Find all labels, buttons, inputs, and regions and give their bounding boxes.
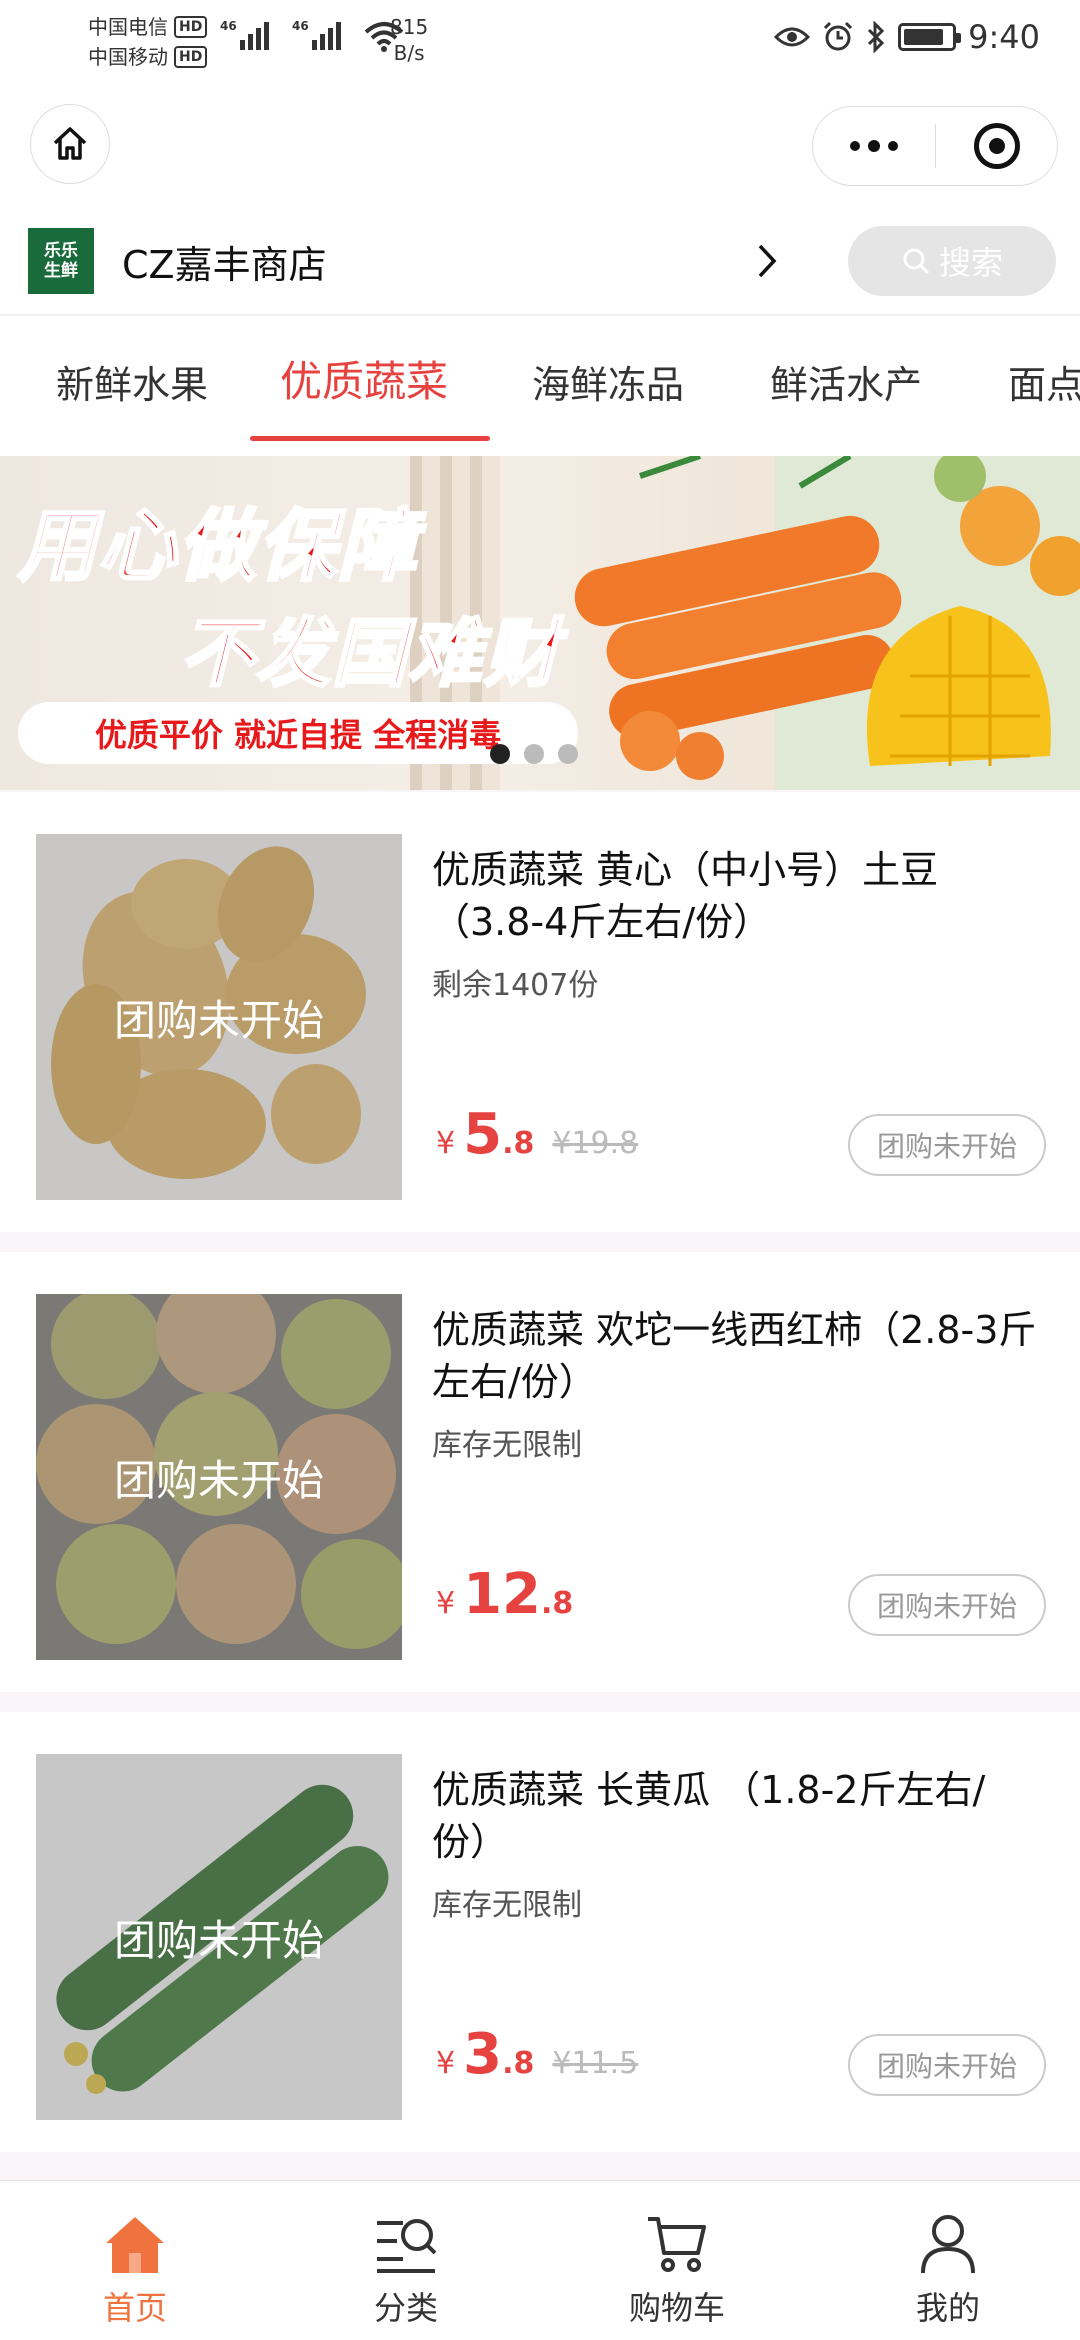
store-header: 乐乐 生鲜 CZ嘉丰商店 搜索 [0, 204, 1080, 316]
search-label: 搜索 [938, 244, 1003, 282]
tab-fresh-fruit[interactable]: 新鲜水果 [56, 354, 208, 409]
product-card[interactable]: 团购未开始 优质蔬菜 欢坨一线西红柿（2.8-3斤左右/份） 库存无限制 ¥ 1… [0, 1252, 1080, 1692]
tabbar-cart-label: 购物车 [628, 2289, 725, 2327]
currency-symbol: ¥ [436, 1126, 456, 1161]
carousel-dot[interactable] [558, 744, 578, 764]
price-integer: 5 [463, 1102, 503, 1167]
category-search-icon [377, 2219, 437, 2273]
home-button[interactable] [30, 104, 110, 184]
store-logo: 乐乐 生鲜 [28, 228, 94, 294]
tabbar-category-label: 分类 [373, 2289, 438, 2327]
logo-line-2: 生鲜 [44, 261, 78, 281]
bottom-tab-bar: 首页 分类 购物车 我的 [0, 2180, 1080, 2340]
group-buy-button[interactable]: 团购未开始 [848, 1114, 1046, 1176]
cart-icon [648, 2217, 706, 2272]
hd-badge: HD [174, 16, 208, 38]
signal-icon: 46 [292, 19, 341, 50]
tab-seafood-frozen[interactable]: 海鲜冻品 [532, 354, 684, 409]
product-price: ¥ 5 .8 ¥19.8 [436, 1102, 638, 1167]
home-icon [53, 127, 87, 160]
eye-icon [774, 27, 811, 47]
promo-banner[interactable]: 用心做保障 不发国难财 优质平价 就近自提 全程消毒 [0, 456, 1080, 790]
tabbar-profile-label: 我的 [915, 2289, 980, 2327]
cucumber-image: 团购未开始 [36, 1754, 402, 2120]
tabbar-home-label: 首页 [102, 2289, 167, 2327]
section-gap [0, 2152, 1080, 2180]
more-button[interactable] [813, 107, 935, 185]
carousel-dots[interactable] [490, 744, 578, 764]
store-name[interactable]: CZ嘉丰商店 [122, 234, 327, 289]
carousel-dot[interactable] [524, 744, 544, 764]
carrier-2: 中国移动 [88, 45, 168, 69]
product-card[interactable]: 团购未开始 优质蔬菜 长黄瓜 （1.8-2斤左右/份） 库存无限制 ¥ 3 .8… [0, 1712, 1080, 2152]
section-gap [0, 1232, 1080, 1252]
tabbar-cart[interactable]: 购物车 [577, 2201, 777, 2329]
section-gap [0, 1692, 1080, 1712]
category-tabs: 新鲜水果 优质蔬菜 海鲜冻品 鲜活水产 面点 [0, 318, 1080, 454]
price-integer: 3 [463, 2022, 503, 2087]
search-button[interactable]: 搜索 [848, 226, 1056, 296]
not-started-overlay: 团购未开始 [36, 1294, 402, 1660]
search-icon [903, 248, 930, 275]
clock: 9:40 [968, 18, 1040, 56]
speed-value: 815 [390, 15, 429, 39]
price-decimal: .8 [502, 2046, 535, 2081]
home-icon [106, 2217, 164, 2273]
tabbar-profile[interactable]: 我的 [848, 2201, 1048, 2329]
product-title[interactable]: 优质蔬菜 欢坨一线西红柿（2.8-3斤左右/份） [432, 1304, 1042, 1408]
product-price: ¥ 12 .8 [436, 1562, 591, 1627]
banner-headline-1: 用心做保障 [16, 501, 419, 594]
price-decimal: .8 [502, 1126, 535, 1161]
target-icon [973, 123, 1020, 169]
svg-text:46: 46 [220, 19, 237, 33]
chevron-right-icon[interactable] [752, 240, 782, 282]
tab-live-aquatic[interactable]: 鲜活水产 [770, 354, 922, 409]
product-title[interactable]: 优质蔬菜 黄心（中小号）土豆（3.8-4斤左右/份） [432, 844, 1042, 948]
tab-pastry[interactable]: 面点 [1008, 354, 1080, 409]
battery-icon [898, 23, 962, 51]
hd-badge: HD [174, 46, 208, 68]
product-title[interactable]: 优质蔬菜 长黄瓜 （1.8-2斤左右/份） [432, 1764, 1042, 1868]
tab-quality-vegetables[interactable]: 优质蔬菜 [280, 348, 448, 409]
signal-icon: 46 [220, 19, 269, 50]
not-started-overlay: 团购未开始 [36, 1754, 402, 2120]
product-card[interactable]: 团购未开始 优质蔬菜 黄心（中小号）土豆（3.8-4斤左右/份） 剩余1407份… [0, 792, 1080, 1232]
alarm-icon [824, 21, 853, 51]
signal-icons: 46 46 [220, 18, 404, 52]
miniprogram-capsule [812, 106, 1058, 186]
product-stock: 库存无限制 [432, 1888, 582, 1923]
status-bar: 中国电信 HD 中国移动 HD 46 46 815 B/s 9:40 [0, 0, 1080, 84]
original-price: ¥19.8 [552, 1126, 639, 1161]
currency-symbol: ¥ [436, 1586, 456, 1621]
product-stock: 剩余1407份 [432, 968, 599, 1003]
battery-fill [904, 29, 944, 45]
carrier-1: 中国电信 [88, 15, 168, 39]
status-right: 9:40 [774, 18, 1040, 56]
nav-bar [0, 84, 1080, 204]
network-speed: 815 B/s [390, 14, 428, 66]
price-decimal: .8 [541, 1586, 574, 1621]
original-price: ¥11.5 [552, 2046, 639, 2081]
carrier-info: 中国电信 HD 中国移动 HD [88, 12, 208, 72]
group-buy-button[interactable]: 团购未开始 [848, 2034, 1046, 2096]
price-integer: 12 [463, 1562, 542, 1627]
currency-symbol: ¥ [436, 2046, 456, 2081]
tomato-image: 团购未开始 [36, 1294, 402, 1660]
active-tab-indicator [250, 436, 490, 441]
tabbar-category[interactable]: 分类 [306, 2201, 506, 2329]
carousel-dot[interactable] [490, 744, 510, 764]
group-buy-button[interactable]: 团购未开始 [848, 1574, 1046, 1636]
potato-image: 团购未开始 [36, 834, 402, 1200]
product-price: ¥ 3 .8 ¥11.5 [436, 2022, 638, 2087]
bluetooth-icon [868, 21, 885, 53]
logo-line-1: 乐乐 [44, 241, 78, 261]
speed-unit: B/s [393, 41, 425, 65]
not-started-overlay: 团购未开始 [36, 834, 402, 1200]
profile-icon [921, 2215, 975, 2274]
close-miniprogram-button[interactable] [936, 123, 1057, 169]
svg-text:46: 46 [292, 19, 309, 33]
product-stock: 库存无限制 [432, 1428, 582, 1463]
tabbar-home[interactable]: 首页 [35, 2201, 235, 2329]
banner-headline-2: 不发国难财 [179, 610, 560, 699]
